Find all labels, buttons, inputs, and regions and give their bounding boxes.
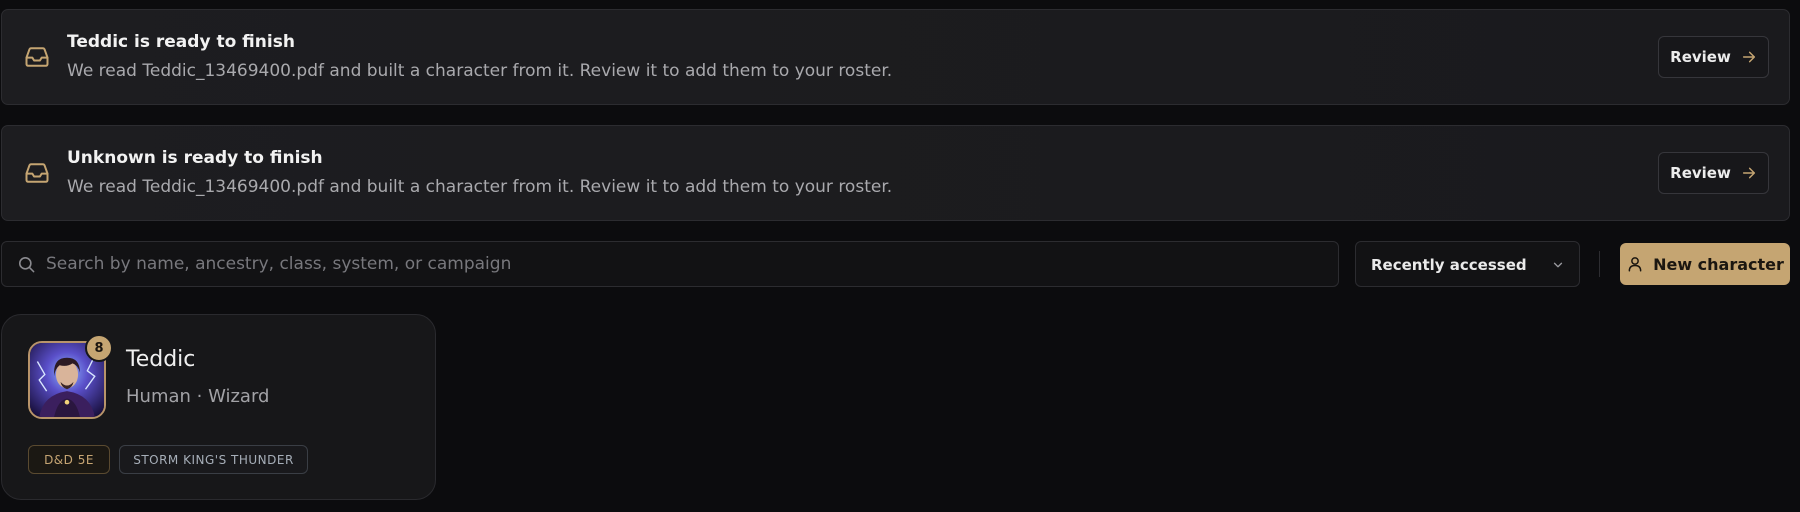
- search-box: [1, 241, 1339, 287]
- banner-title: Unknown is ready to finish: [67, 148, 323, 168]
- banner-message: We read Teddic_13469400.pdf and built a …: [67, 61, 893, 81]
- review-button[interactable]: Review: [1658, 36, 1769, 78]
- system-tag: D&D 5E: [28, 445, 110, 474]
- inbox-icon: [25, 47, 49, 67]
- character-name: Teddic: [126, 347, 196, 372]
- toolbar-divider: [1599, 251, 1600, 277]
- search-icon: [18, 256, 35, 273]
- arrow-right-icon: [1742, 167, 1755, 179]
- sort-select[interactable]: Recently accessed: [1355, 241, 1580, 287]
- import-ready-banner: Unknown is ready to finish We read Teddi…: [1, 125, 1790, 221]
- search-input[interactable]: [46, 242, 1326, 286]
- import-ready-banner: Teddic is ready to finish We read Teddic…: [1, 9, 1790, 105]
- campaign-tag: STORM KING'S THUNDER: [119, 445, 308, 474]
- new-character-label: New character: [1653, 254, 1784, 274]
- review-button-label: Review: [1670, 164, 1731, 182]
- chevron-down-icon: [1553, 262, 1563, 268]
- character-ancestry-class: Human · Wizard: [126, 386, 270, 407]
- sort-selected-value: Recently accessed: [1371, 256, 1527, 274]
- banner-title: Teddic is ready to finish: [67, 32, 295, 52]
- inbox-icon: [25, 163, 49, 183]
- review-button-label: Review: [1670, 48, 1731, 66]
- user-icon: [1628, 257, 1642, 272]
- character-card[interactable]: 8 Teddic Human · Wizard D&D 5E STORM KIN…: [1, 314, 436, 500]
- new-character-button[interactable]: New character: [1620, 243, 1790, 285]
- avatar-container: 8: [28, 334, 113, 421]
- review-button[interactable]: Review: [1658, 152, 1769, 194]
- arrow-right-icon: [1742, 51, 1755, 63]
- level-badge: 8: [85, 334, 113, 362]
- banner-message: We read Teddic_13469400.pdf and built a …: [67, 177, 893, 197]
